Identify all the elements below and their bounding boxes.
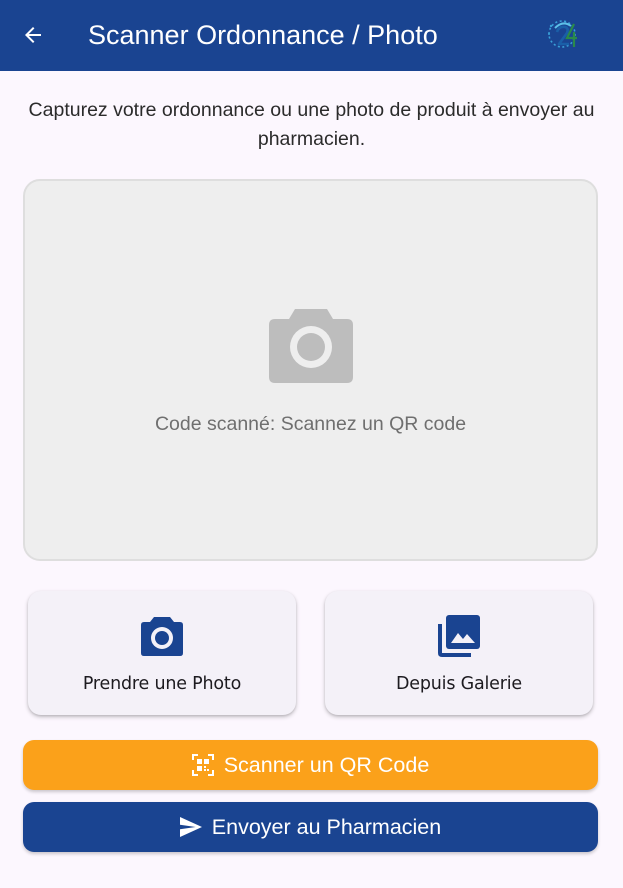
page-title: Scanner Ordonnance / Photo [88, 20, 438, 50]
photo-library-icon [438, 615, 480, 657]
capture-preview: Code scanné: Scannez un QR code [23, 179, 598, 561]
take-photo-label: Prendre une Photo [82, 674, 242, 694]
qr-scan-icon [191, 754, 214, 776]
gallery-label: Depuis Galerie [396, 674, 522, 694]
send-icon [179, 817, 202, 837]
scan-status-text: Code scanné: Scannez un QR code [154, 413, 467, 435]
app-logo [548, 20, 577, 48]
camera-icon [269, 309, 353, 383]
intro-text: Capturez votre ordonnance ou une photo d… [28, 99, 595, 150]
scan-qr-label: Scanner un QR Code [223, 752, 430, 777]
scan-qr-button[interactable]: Scanner un QR Code [23, 740, 598, 790]
app-bar: Scanner Ordonnance / Photo [0, 0, 623, 71]
arrow-left-icon [25, 27, 41, 43]
camera-icon [141, 617, 183, 656]
send-label: Envoyer au Pharmacien [211, 814, 442, 839]
gallery-button[interactable]: Depuis Galerie [325, 591, 593, 715]
back-button[interactable] [14, 16, 52, 54]
take-photo-button[interactable]: Prendre une Photo [28, 591, 296, 715]
send-to-pharmacist-button[interactable]: Envoyer au Pharmacien [23, 802, 598, 852]
